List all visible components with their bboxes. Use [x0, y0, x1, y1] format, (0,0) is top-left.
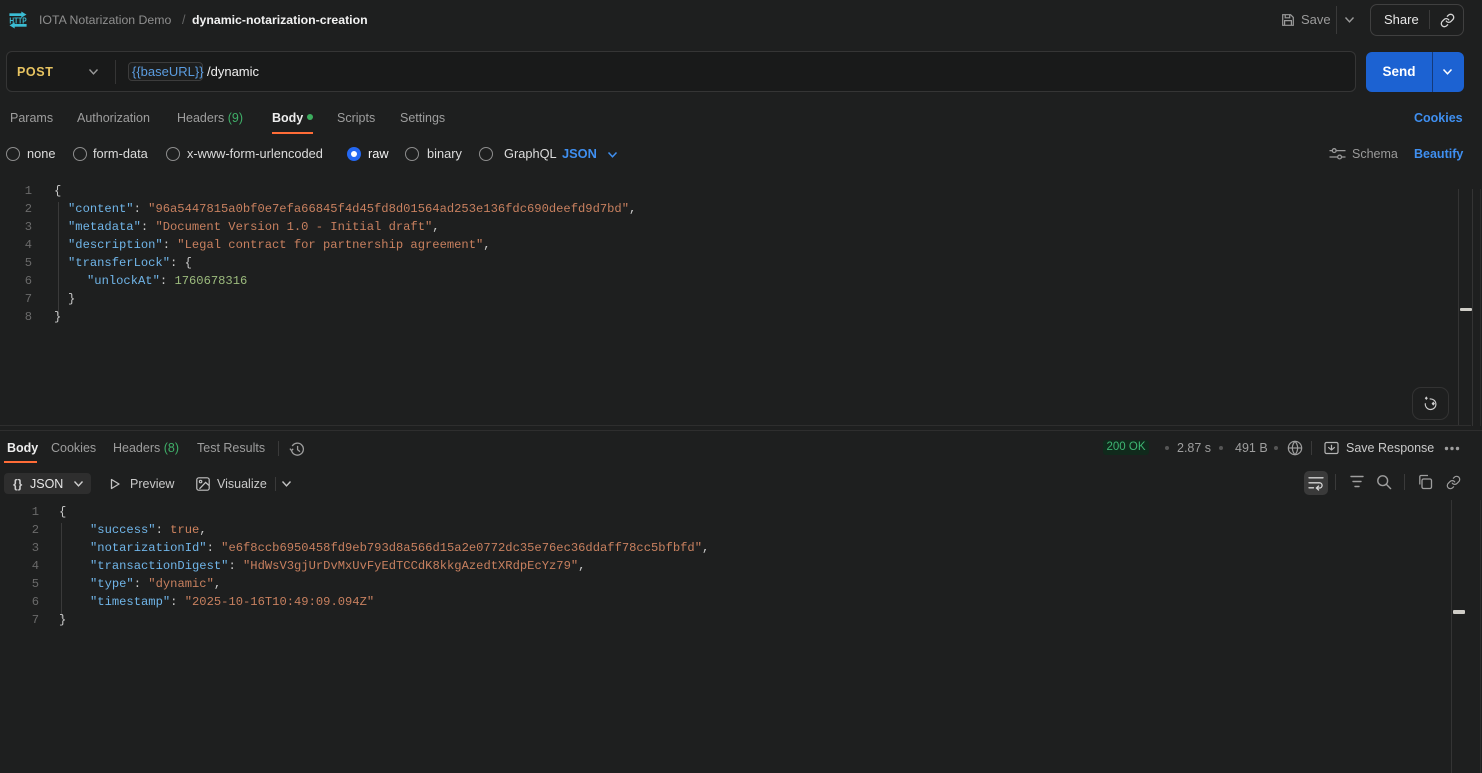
svg-text:HTTP: HTTP — [9, 17, 26, 26]
